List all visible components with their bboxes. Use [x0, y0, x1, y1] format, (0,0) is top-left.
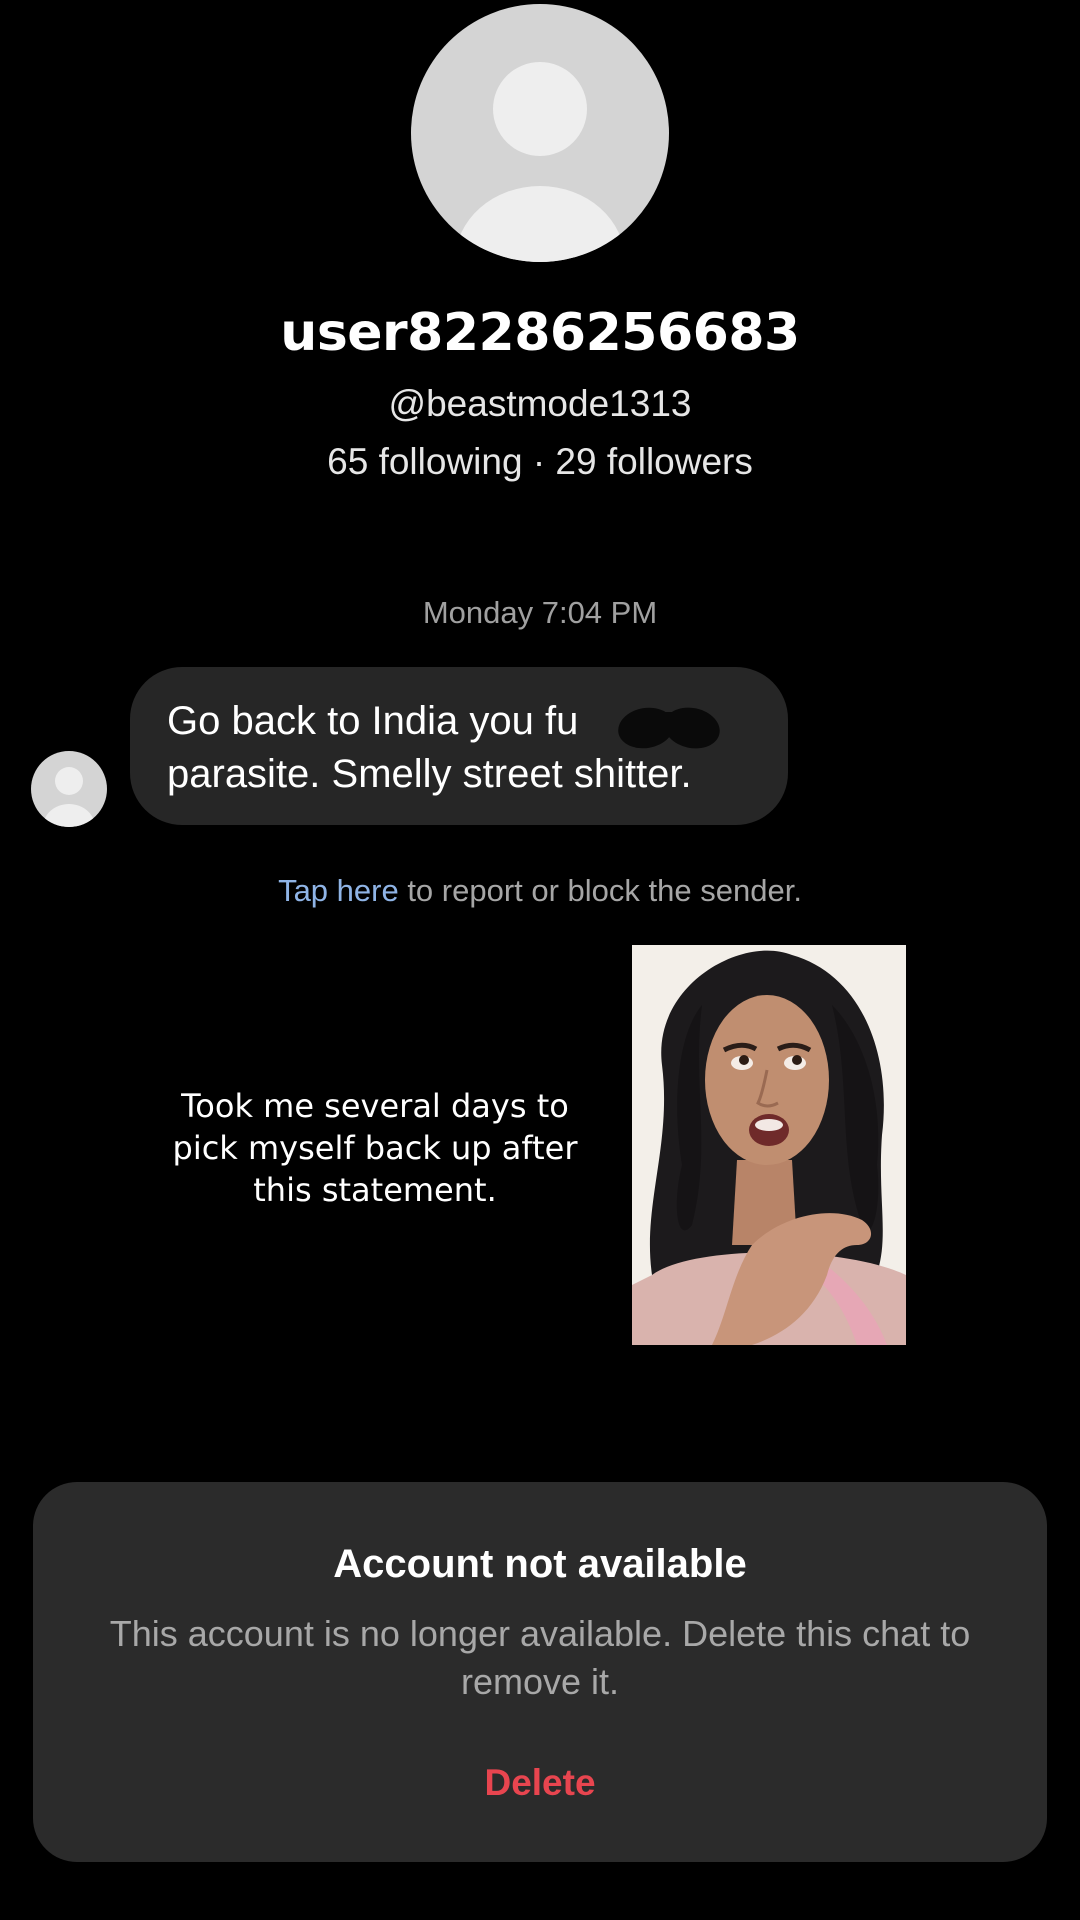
message-line-2: parasite. Smelly street shitter.: [167, 752, 692, 796]
delete-chat-button[interactable]: Delete: [33, 1762, 1047, 1804]
profile-avatar[interactable]: [411, 4, 669, 262]
sheet-body: This account is no longer available. Del…: [109, 1613, 971, 1702]
profile-handle: @beastmode1313: [388, 383, 692, 424]
report-link[interactable]: Tap here: [278, 873, 399, 908]
default-avatar-icon: [493, 62, 587, 156]
censor-sunglasses-bridge: [664, 712, 682, 717]
person-illustration: [632, 945, 906, 1345]
overlay-caption: Took me several days to pick myself back…: [172, 1087, 578, 1209]
overlay-person-photo: [632, 945, 906, 1345]
profile-stats: 65 following · 29 followers: [327, 441, 753, 482]
profile-display-name: user82286256683: [280, 303, 800, 363]
account-unavailable-sheet: Account not available This account is no…: [33, 1482, 1047, 1862]
sheet-title: Account not available: [333, 1542, 747, 1586]
default-avatar-body: [455, 186, 625, 262]
report-block-notice: Tap here to report or block the sender.: [0, 873, 1080, 909]
sender-avatar[interactable]: [31, 751, 107, 827]
default-avatar-body: [43, 804, 95, 827]
report-text: to report or block the sender.: [398, 873, 802, 908]
message-timestamp: Monday 7:04 PM: [422, 595, 658, 630]
default-avatar-icon: [55, 767, 83, 795]
